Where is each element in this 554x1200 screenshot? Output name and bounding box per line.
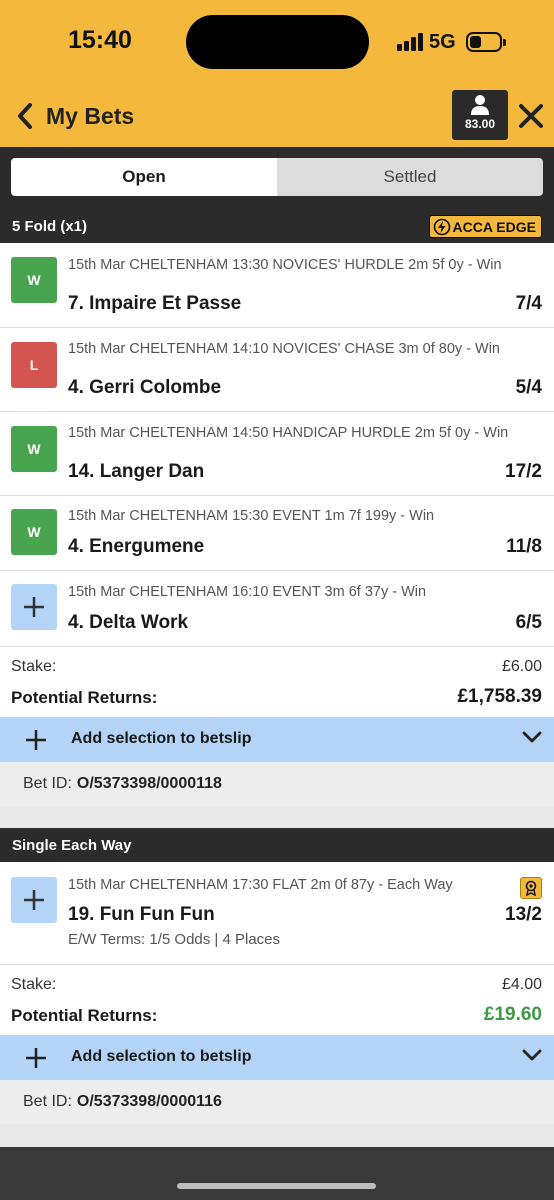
status-time: 15:40 [68, 26, 132, 54]
acca-edge-label: ACCA EDGE [452, 218, 537, 235]
tabs-bar: Open Settled [0, 147, 554, 209]
signal-icon [397, 33, 423, 51]
bet-type-header: Single Each Way [0, 828, 554, 862]
each-way-icon [520, 877, 542, 899]
stake-summary: Stake: £4.00 Potential Returns: £19.60 [0, 965, 554, 1035]
returns-label: Potential Returns: [11, 1006, 158, 1025]
chevron-left-icon [18, 103, 32, 129]
leg-status-lose: L [11, 342, 57, 388]
close-icon[interactable] [517, 102, 545, 130]
bet-type-label: 5 Fold (x1) [12, 217, 88, 235]
bet-leg: W 15th Mar CHELTENHAM 13:30 NOVICES' HUR… [0, 243, 554, 328]
bottom-bar [0, 1147, 554, 1200]
add-selection-button[interactable]: Add selection to betslip [0, 1035, 554, 1080]
leg-event: 15th Mar CHELTENHAM 14:50 HANDICAP HURDL… [68, 425, 509, 441]
bet-leg: 15th Mar CHELTENHAM 17:30 FLAT 2m 0f 87y… [0, 862, 554, 965]
plus-icon [26, 730, 46, 750]
leg-event: 15th Mar CHELTENHAM 13:30 NOVICES' HURDL… [68, 257, 502, 273]
leg-status-pending [11, 877, 57, 923]
bet-id-value: O/5373398/0000118 [76, 775, 222, 792]
leg-odds: 7/4 [515, 293, 542, 314]
chevron-down-icon[interactable] [522, 730, 542, 744]
bet-id-label: Bet ID: [23, 1093, 72, 1110]
leg-event: 15th Mar CHELTENHAM 16:10 EVENT 3m 6f 37… [68, 584, 427, 600]
bet-type-header: 5 Fold (x1) ACCA EDGE [0, 209, 554, 243]
leg-event: 15th Mar CHELTENHAM 17:30 FLAT 2m 0f 87y… [68, 877, 453, 893]
each-way-terms: E/W Terms: 1/5 Odds | 4 Places [68, 931, 281, 948]
leg-selection: 4. Delta Work [68, 612, 189, 633]
leg-odds: 13/2 [505, 904, 542, 925]
leg-selection: 4. Energumene [68, 536, 205, 557]
stake-summary: Stake: £6.00 Potential Returns: £1,758.3… [0, 647, 554, 717]
stake-label: Stake: [11, 658, 57, 675]
dynamic-island [186, 15, 369, 69]
bet-leg: W 15th Mar CHELTENHAM 15:30 EVENT 1m 7f … [0, 496, 554, 571]
add-selection-button[interactable]: Add selection to betslip [0, 717, 554, 762]
leg-selection: 14. Langer Dan [68, 461, 205, 482]
acca-edge-badge: ACCA EDGE [428, 215, 542, 238]
plus-icon [24, 890, 44, 910]
add-selection-label: Add selection to betslip [71, 1048, 252, 1065]
leg-status-win: W [11, 509, 57, 555]
leg-selection: 4. Gerri Colombe [68, 377, 222, 398]
bet-leg: W 15th Mar CHELTENHAM 14:50 HANDICAP HUR… [0, 412, 554, 496]
leg-odds: 6/5 [515, 612, 542, 633]
plus-icon [26, 1048, 46, 1068]
bet-leg: 15th Mar CHELTENHAM 16:10 EVENT 3m 6f 37… [0, 571, 554, 647]
leg-selection: 19. Fun Fun Fun [68, 904, 215, 925]
stake-value: £4.00 [501, 976, 542, 993]
home-indicator[interactable] [177, 1183, 376, 1189]
lightning-icon [433, 218, 450, 235]
leg-selection: 7. Impaire Et Passe [68, 293, 242, 314]
returns-label: Potential Returns: [11, 688, 158, 707]
leg-event: 15th Mar CHELTENHAM 15:30 EVENT 1m 7f 19… [68, 508, 435, 524]
plus-icon [24, 597, 44, 617]
leg-odds: 11/8 [506, 536, 542, 557]
network-label: 5G [429, 30, 456, 53]
tab-open[interactable]: Open [11, 158, 277, 196]
leg-event: 15th Mar CHELTENHAM 14:10 NOVICES' CHASE… [68, 341, 500, 357]
bet-id-row: Bet ID: O/5373398/0000116 [0, 1080, 554, 1124]
leg-status-pending [11, 584, 57, 630]
bet-id-label: Bet ID: [23, 775, 72, 792]
account-balance-button[interactable]: 83.00 [452, 90, 508, 140]
add-selection-label: Add selection to betslip [71, 730, 252, 747]
leg-odds: 5/4 [515, 377, 542, 398]
status-indicators: 5G [397, 30, 506, 54]
returns-value: £1,758.39 [457, 686, 542, 707]
bet-type-label: Single Each Way [12, 836, 132, 854]
back-button[interactable] [12, 100, 38, 132]
page-title: My Bets [46, 103, 135, 129]
leg-status-win: W [11, 257, 57, 303]
leg-odds: 17/2 [505, 461, 542, 482]
tab-settled[interactable]: Settled [277, 158, 543, 196]
bet-id-value: O/5373398/0000116 [76, 1093, 222, 1110]
user-icon [471, 95, 489, 115]
chevron-down-icon[interactable] [522, 1048, 542, 1062]
stake-label: Stake: [11, 976, 57, 993]
balance-amount: 83.00 [464, 117, 496, 131]
bet-leg: L 15th Mar CHELTENHAM 14:10 NOVICES' CHA… [0, 328, 554, 412]
stake-value: £6.00 [501, 658, 542, 675]
leg-status-win: W [11, 426, 57, 472]
app-header: 15:40 5G My Bets 83.00 [0, 0, 554, 147]
bet-id-row: Bet ID: O/5373398/0000118 [0, 762, 554, 806]
battery-icon [465, 32, 506, 52]
returns-value: £19.60 [483, 1004, 542, 1025]
